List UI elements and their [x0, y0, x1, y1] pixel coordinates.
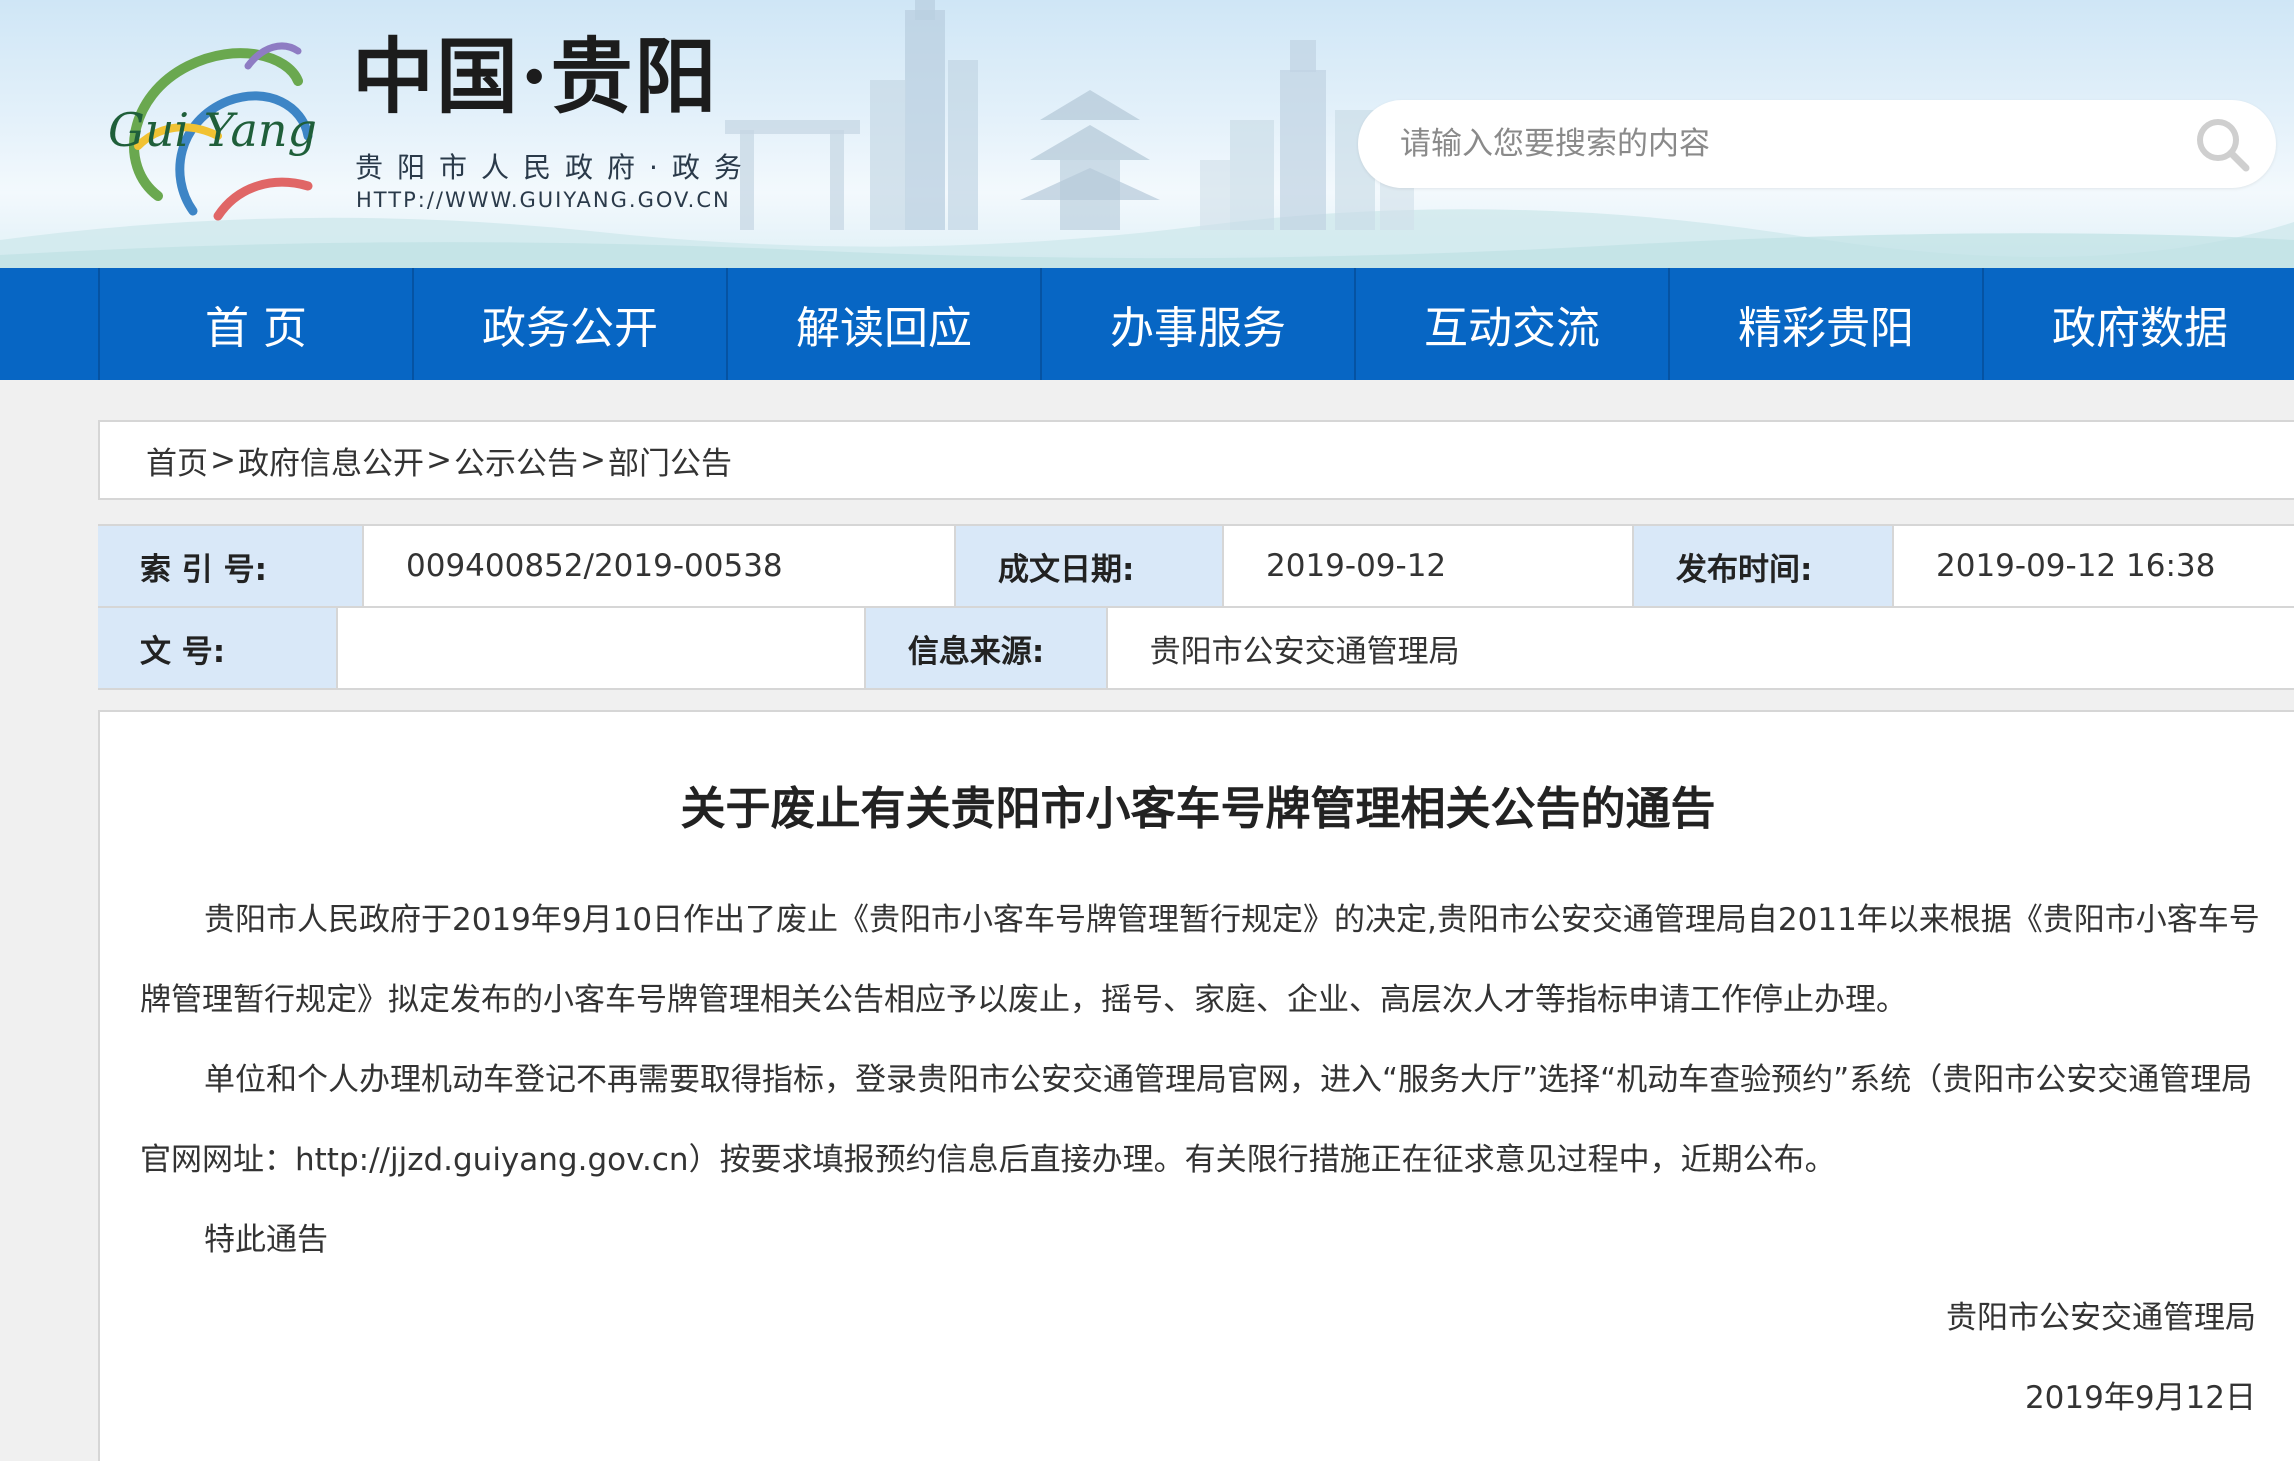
info-source-value: 贵阳市公安交通管理局 [1107, 608, 2294, 688]
header-banner: Gui Yang 中国·贵阳 贵阳市人民政府·政务 HTTP://WWW.GUI… [0, 0, 2294, 268]
article-paragraph: 特此通告 [204, 1222, 328, 1258]
search-input[interactable] [1398, 100, 2158, 188]
created-date-value: 2019-09-12 [1224, 526, 1634, 606]
breadcrumb-announcements[interactable]: 公示公告 [454, 438, 578, 483]
signature-organization: 贵阳市公安交通管理局 [1946, 1300, 2256, 1336]
main-nav: 首 页 政务公开 解读回应 办事服务 互动交流 精彩贵阳 政府数据 [0, 268, 2294, 380]
logo-text: Gui Yang [108, 103, 317, 157]
document-info-table: 索 引 号: 009400852/2019-00538 成文日期: 2019-0… [98, 524, 2294, 690]
breadcrumb-gov-info[interactable]: 政府信息公开 [238, 438, 424, 483]
nav-item-home[interactable]: 首 页 [98, 268, 412, 380]
nav-item-government-data[interactable]: 政府数据 [1982, 268, 2294, 380]
article-body: 贵阳市人民政府于2019年9月10日作出了废止《贵阳市小客车号牌管理暂行规定》的… [140, 880, 2280, 1280]
article-content: 关于废止有关贵阳市小客车号牌管理相关公告的通告 贵阳市人民政府于2019年9月1… [98, 710, 2294, 1461]
article-paragraph: 贵阳市人民政府于2019年9月10日作出了废止《贵阳市小客车号牌管理暂行规定》的… [140, 902, 2260, 1018]
index-number-value: 009400852/2019-00538 [364, 526, 956, 606]
nav-item-interpretation[interactable]: 解读回应 [726, 268, 1040, 380]
document-number-label: 文 号: [98, 608, 339, 688]
nav-item-interaction[interactable]: 互动交流 [1354, 268, 1668, 380]
signature-date: 2019年9月12日 [2024, 1380, 2256, 1416]
info-row: 索 引 号: 009400852/2019-00538 成文日期: 2019-0… [98, 526, 2294, 608]
breadcrumb: 首页 > 政府信息公开 > 公示公告 > 部门公告 [98, 420, 2294, 500]
published-time-value: 2019-09-12 16:38 [1894, 526, 2294, 606]
breadcrumb-home[interactable]: 首页 [146, 438, 208, 483]
article-title: 关于废止有关贵阳市小客车号牌管理相关公告的通告 [680, 782, 1716, 835]
search-box [1358, 100, 2276, 188]
index-number-label: 索 引 号: [98, 526, 364, 606]
created-date-label: 成文日期: [956, 526, 1224, 606]
site-subtitle: 贵阳市人民政府·政务 [355, 151, 756, 184]
published-time-label: 发布时间: [1634, 526, 1894, 606]
breadcrumb-separator: > [210, 442, 236, 478]
info-source-label: 信息来源: [865, 608, 1108, 688]
site-title: 中国·贵阳 [352, 29, 719, 125]
breadcrumb-department-notices[interactable]: 部门公告 [608, 438, 732, 483]
site-url: HTTP://WWW.GUIYANG.GOV.CN [356, 188, 731, 212]
nav-item-services[interactable]: 办事服务 [1040, 268, 1354, 380]
info-row: 文 号: 信息来源: 贵阳市公安交通管理局 [98, 608, 2294, 690]
article-paragraph: 单位和个人办理机动车登记不再需要取得指标，登录贵阳市公安交通管理局官网，进入“服… [140, 1062, 2253, 1178]
nav-item-guiyang[interactable]: 精彩贵阳 [1668, 268, 1982, 380]
breadcrumb-separator: > [579, 442, 606, 478]
guiyang-logo[interactable]: Gui Yang [98, 26, 330, 226]
nav-item-government-affairs[interactable]: 政务公开 [412, 268, 726, 380]
breadcrumb-separator: > [425, 442, 452, 478]
document-number-value [338, 608, 866, 688]
search-icon[interactable] [2192, 114, 2254, 176]
